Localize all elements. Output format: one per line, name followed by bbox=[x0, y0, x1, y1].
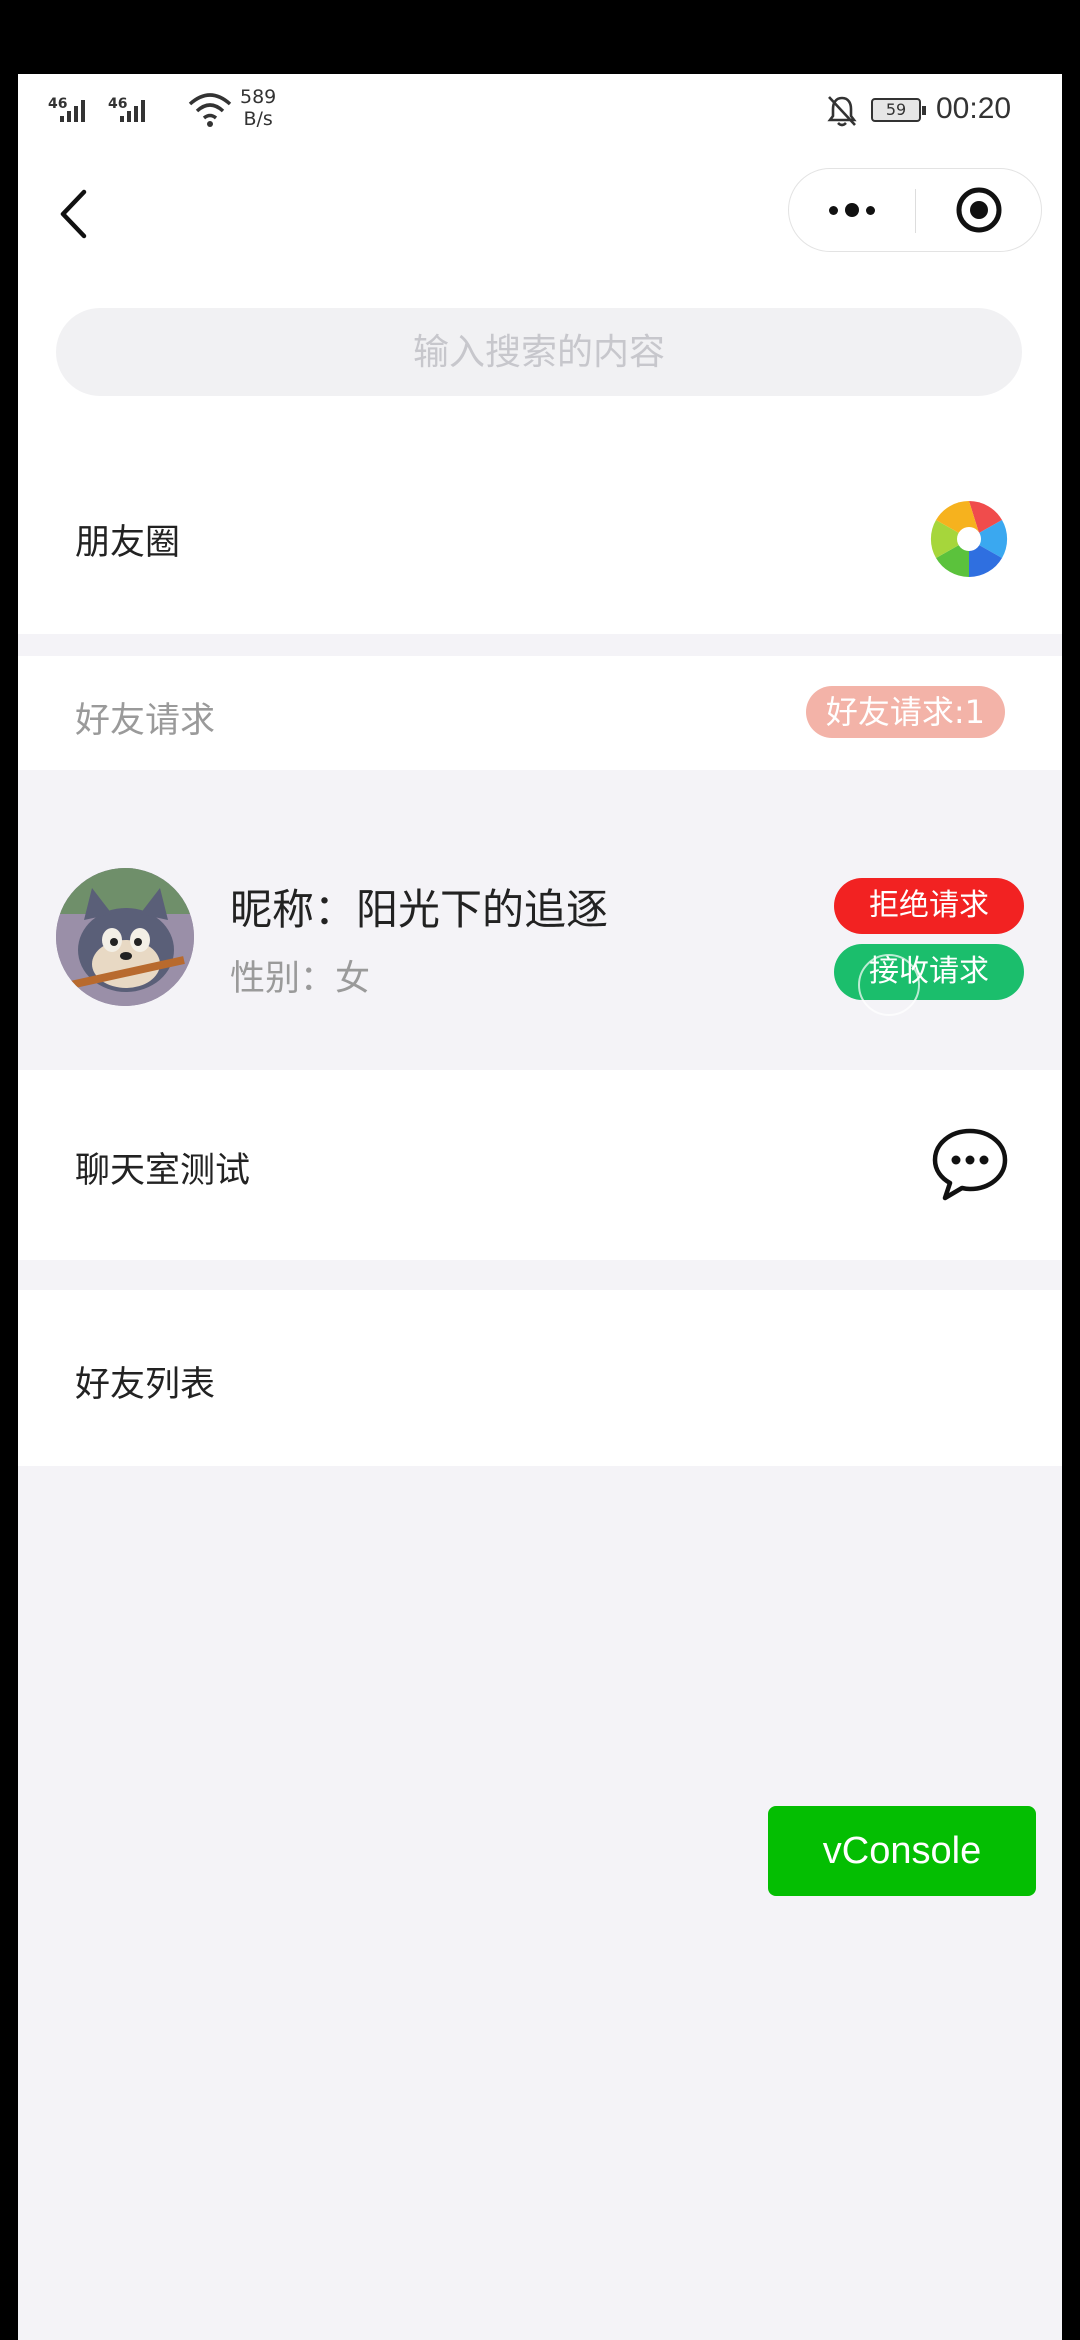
vconsole-button[interactable]: vConsole bbox=[768, 1806, 1036, 1896]
dot-icon bbox=[866, 205, 875, 215]
status-bar: 46 46 589 B/s 59 00:20 bbox=[18, 74, 1062, 144]
signal-2-icon bbox=[120, 98, 145, 122]
clock: 00:20 bbox=[936, 92, 1012, 125]
avatar bbox=[56, 868, 194, 1006]
bell-muted-icon bbox=[827, 96, 857, 127]
chat-room-label: 聊天室测试 bbox=[75, 1151, 251, 1191]
net-speed: 589 B/s bbox=[240, 86, 276, 130]
moments-label: 朋友圈 bbox=[75, 523, 181, 563]
target-close-icon bbox=[956, 187, 1002, 233]
close-button[interactable] bbox=[916, 169, 1042, 251]
friend-request-header: 好友请求 好友请求:1 bbox=[18, 656, 1062, 770]
friend-list-label: 好友列表 bbox=[75, 1365, 216, 1405]
friend-request-item: 昵称：阳光下的追逐 性别：女 拒绝请求 接收请求 bbox=[18, 834, 1062, 1070]
dot-icon bbox=[829, 205, 838, 215]
more-button[interactable] bbox=[789, 169, 915, 251]
friend-request-count-badge: 好友请求:1 bbox=[805, 686, 1005, 738]
friend-request-label: 好友请求 bbox=[75, 701, 216, 741]
mini-program-capsule bbox=[788, 168, 1042, 252]
wifi-icon bbox=[188, 93, 232, 127]
app-screen: 46 46 589 B/s 59 00:20 输入搜索的内容 朋友圈 好友请求 … bbox=[18, 74, 1062, 2340]
dot-icon bbox=[845, 203, 859, 217]
search-input[interactable] bbox=[56, 308, 1022, 396]
chat-room-cell[interactable]: 聊天室测试 bbox=[18, 1070, 1062, 1260]
friend-request-gender: 性别：女 bbox=[230, 959, 371, 999]
friend-request-nickname: 昵称：阳光下的追逐 bbox=[230, 885, 609, 934]
cat-avatar-image bbox=[56, 868, 194, 1006]
chat-bubble-icon bbox=[932, 1128, 1008, 1201]
net-speed-unit: B/s bbox=[243, 108, 273, 130]
signal-1-icon bbox=[60, 98, 85, 122]
aperture-icon bbox=[930, 500, 1008, 578]
chevron-left-icon bbox=[60, 189, 87, 239]
net-speed-value: 589 bbox=[240, 86, 277, 108]
moments-cell[interactable]: 朋友圈 bbox=[18, 468, 1062, 610]
back-button[interactable] bbox=[48, 184, 98, 244]
battery-indicator: 59 bbox=[871, 98, 926, 122]
friend-list-cell[interactable]: 好友列表 bbox=[18, 1290, 1062, 1466]
touch-ripple bbox=[858, 954, 920, 1016]
reject-request-button[interactable]: 拒绝请求 bbox=[834, 878, 1024, 934]
